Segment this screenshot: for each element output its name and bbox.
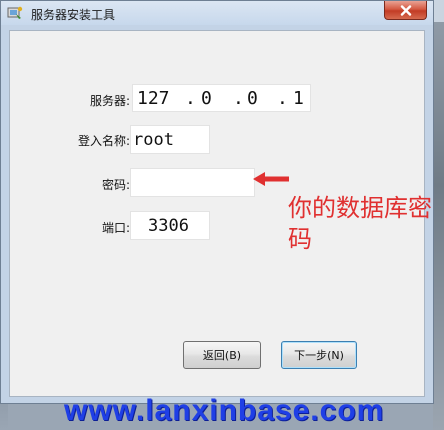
arrow-left-icon — [253, 172, 289, 186]
server-ip-field[interactable]: 127 . 0 . 0 . 1 — [132, 84, 311, 112]
port-field[interactable]: 3306 — [130, 211, 210, 240]
password-field[interactable] — [130, 168, 255, 197]
close-icon — [400, 4, 411, 16]
watermark: www.lanxinbase.com — [64, 394, 385, 427]
password-label: 密码: — [101, 178, 130, 192]
back-button-label: 返回(B) — [202, 349, 242, 362]
ip-dot-3: . — [277, 88, 288, 109]
ip-octet-4[interactable]: 1 — [293, 88, 304, 109]
title-bar[interactable]: 服务器安装工具 — [1, 1, 433, 25]
ip-octet-3[interactable]: 0 — [247, 88, 258, 109]
next-button[interactable]: 下一步(N) — [281, 341, 357, 369]
ip-dot-1: . — [185, 88, 196, 109]
ip-octet-1[interactable]: 127 — [137, 88, 170, 109]
login-name-field[interactable]: root — [130, 125, 210, 154]
window-title: 服务器安装工具 — [31, 8, 116, 22]
app-icon — [7, 6, 23, 19]
login-name-value: root — [133, 130, 174, 150]
close-button[interactable] — [384, 1, 427, 20]
next-button-label: 下一步(N) — [294, 349, 344, 362]
port-label: 端口: — [101, 221, 130, 235]
server-label: 服务器: — [89, 94, 130, 108]
back-button[interactable]: 返回(B) — [183, 341, 261, 369]
password-annotation: 你的数据库密码 — [288, 194, 432, 253]
port-value: 3306 — [148, 216, 189, 236]
login-name-label: 登入名称: — [77, 134, 130, 148]
ip-octet-2[interactable]: 0 — [201, 88, 212, 109]
ip-dot-2: . — [233, 88, 244, 109]
